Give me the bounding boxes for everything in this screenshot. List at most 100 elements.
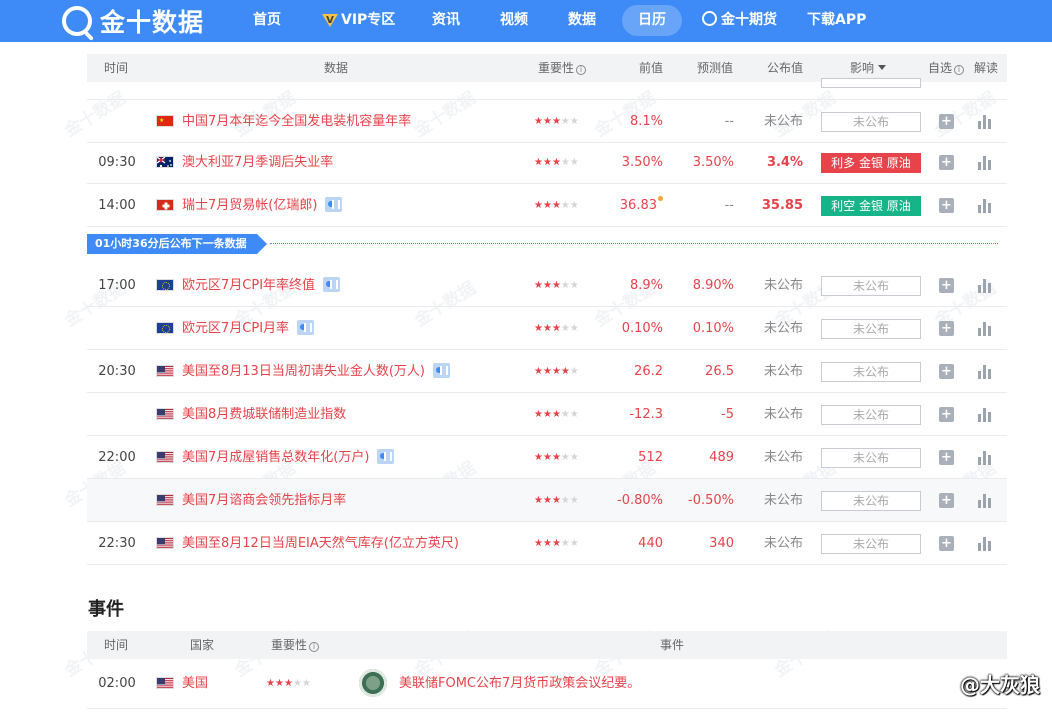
table-row[interactable]: 22:30 美国至8月12日当周EIA天然气库存(亿立方英尺) ★★★★★ 440 34… [87, 522, 1007, 565]
bar-chart-icon[interactable] [978, 407, 992, 422]
fed-seal-icon [359, 669, 387, 697]
prev-value: 26.2 [634, 364, 663, 379]
top-nav: 金十数据 首页 V VIP专区 资讯 视频 数据 日历 金十期货 下载APP [0, 0, 1052, 42]
importance-stars: ★★★★★ [534, 280, 579, 291]
table-row[interactable]: 14:00 瑞士7月贸易帐(亿瑞郎) ★★★★★ 36.83 -- 35.85 利空 金银 … [87, 184, 1007, 227]
bar-chart-icon[interactable] [978, 493, 992, 508]
indicator-name[interactable]: 美国至8月12日当周EIA天然气库存(亿立方英尺) [182, 522, 459, 565]
eu-flag-icon [156, 279, 174, 291]
bar-chart-icon[interactable] [978, 364, 992, 379]
info-icon[interactable]: i [309, 642, 320, 652]
nav-item-futures[interactable]: 金十期货 [702, 0, 777, 42]
add-watch-button[interactable]: + [939, 114, 954, 129]
actual-value: 未公布 [763, 114, 803, 129]
table-row[interactable]: 22:00 美国7月成屋销售总数年化(万户) ★★★★★ 512 489 未公布 未公布 + [87, 436, 1007, 479]
logo-icon [62, 6, 92, 36]
indicator-name[interactable]: 美国8月费城联储制造业指数 [182, 393, 346, 436]
nav-item-download-app[interactable]: 下载APP [807, 0, 866, 42]
indicator-name[interactable]: 澳大利亚7月季调后失业率 [182, 141, 333, 184]
prev-value: 0.10% [621, 321, 663, 336]
bar-chart-icon[interactable] [978, 450, 992, 465]
interpretation-doc-icon[interactable] [432, 363, 450, 378]
info-icon[interactable]: i [954, 65, 965, 75]
prev-value: 512 [638, 450, 663, 465]
nav-item-data[interactable]: 数据 [568, 0, 596, 42]
actual-value: 未公布 [763, 364, 803, 379]
table-row[interactable]: 20:30 美国至8月13日当周初请失业金人数(万人) ★★★★★ 26.2 26.5 未… [87, 350, 1007, 393]
actual-value: 未公布 [763, 536, 803, 551]
event-country: 美国 [182, 676, 209, 691]
bar-chart-icon[interactable] [978, 198, 992, 213]
interpretation-doc-icon[interactable] [377, 449, 395, 464]
event-row[interactable]: 02:00 美国 ★★★★★ 美联储FOMC公布7月货币政策会议纪要。 [87, 659, 1007, 709]
event-text[interactable]: 美联储FOMC公布7月货币政策会议纪要。 [399, 659, 640, 709]
signature-watermark: @大灰狼 [960, 673, 1040, 697]
bar-chart-icon[interactable] [978, 321, 992, 336]
table-row[interactable]: 欧元区7月CPI月率 ★★★★★ 0.10% 0.10% 未公布 未公布 + [87, 307, 1007, 350]
add-watch-button[interactable]: + [939, 407, 954, 422]
nav-item-vip-label: VIP专区 [341, 12, 396, 28]
actual-value: 未公布 [763, 407, 803, 422]
nav-item-home[interactable]: 首页 [253, 0, 281, 42]
indicator-name[interactable]: 欧元区7月CPI年率终值 [182, 264, 341, 307]
add-watch-button[interactable]: + [939, 450, 954, 465]
header-forecast: 预测值 [697, 61, 734, 75]
add-watch-button[interactable]: + [939, 321, 954, 336]
indicator-name[interactable]: 美国7月谘商会领先指标月率 [182, 479, 346, 522]
bar-chart-icon[interactable] [978, 536, 992, 551]
nav-item-vip[interactable]: V VIP专区 [322, 0, 395, 42]
nav-item-news[interactable]: 资讯 [432, 0, 460, 42]
prev-value: 3.50% [621, 155, 663, 170]
add-watch-button[interactable]: + [939, 536, 954, 551]
indicator-name[interactable]: 中国7月本年迄今全国发电装机容量年率 [182, 100, 411, 143]
add-watch-button[interactable]: + [939, 155, 954, 170]
header-data: 数据 [324, 61, 349, 75]
table-row[interactable]: 09:30 澳大利亚7月季调后失业率 ★★★★★ 3.50% 3.50% 3.4% 利多 金… [87, 141, 1007, 184]
events-table-header: 时间 国家 重要性 i 事件 [87, 631, 1007, 659]
bar-chart-icon[interactable] [978, 278, 992, 293]
impact-badge: 利空 金银 原油 [821, 196, 921, 216]
nav-item-futures-label: 金十期货 [721, 12, 777, 28]
events-header-country: 国家 [190, 638, 215, 652]
forecast-value: -5 [721, 407, 734, 422]
indicator-name[interactable]: 瑞士7月贸易帐(亿瑞郎) [182, 184, 343, 227]
actual-value: 35.85 [761, 198, 803, 213]
bar-chart-icon[interactable] [978, 114, 992, 129]
row-time [87, 479, 147, 522]
nav-item-calendar[interactable]: 日历 [622, 5, 682, 36]
prev-value: 36.83 [587, 184, 663, 227]
chevron-down-icon [878, 65, 887, 70]
table-row[interactable]: 17:00 欧元区7月CPI年率终值 ★★★★★ 8.9% 8.90% 未公布 未公布 + [87, 264, 1007, 307]
actual-value: 3.4% [766, 155, 803, 170]
info-icon[interactable]: i [576, 65, 587, 75]
importance-stars: ★★★★★ [534, 366, 579, 377]
table-row[interactable]: ★ 中国7月本年迄今全国发电装机容量年率 ★★★★★ 8.1% -- 未公布 未公布 + [87, 100, 1007, 143]
revised-dot-icon [658, 196, 663, 201]
bar-chart-icon[interactable] [978, 155, 992, 170]
add-watch-button[interactable]: + [939, 278, 954, 293]
row-time: 20:30 [98, 364, 136, 379]
interpretation-doc-icon[interactable] [297, 320, 315, 335]
indicator-name[interactable]: 欧元区7月CPI月率 [182, 307, 315, 350]
add-watch-button[interactable]: + [939, 364, 954, 379]
table-row[interactable]: 美国7月谘商会领先指标月率 ★★★★★ -0.80% -0.50% 未公布 未公布 + [87, 479, 1007, 522]
impact-box [821, 78, 921, 88]
table-row[interactable]: 美国8月费城联储制造业指数 ★★★★★ -12.3 -5 未公布 未公布 + [87, 393, 1007, 436]
add-watch-button[interactable]: + [939, 493, 954, 508]
australia-flag-icon [156, 156, 174, 168]
add-watch-button[interactable]: + [939, 198, 954, 213]
interpretation-doc-icon[interactable] [323, 277, 341, 292]
forecast-value: -- [724, 198, 734, 213]
indicator-name[interactable]: 美国7月成屋销售总数年化(万户) [182, 436, 395, 479]
impact-badge: 未公布 [821, 362, 921, 382]
nav-item-video[interactable]: 视频 [500, 0, 528, 42]
interpretation-doc-icon[interactable] [325, 197, 343, 212]
header-importance: 重要性 i [538, 54, 587, 82]
prev-value: -0.80% [617, 493, 663, 508]
svg-text:★: ★ [159, 117, 164, 124]
eu-flag-icon [156, 322, 174, 334]
indicator-name[interactable]: 美国至8月13日当周初请失业金人数(万人) [182, 350, 450, 393]
row-time: 09:30 [98, 155, 136, 170]
row-time: 22:30 [98, 536, 136, 551]
site-logo[interactable]: 金十数据 [62, 5, 204, 37]
